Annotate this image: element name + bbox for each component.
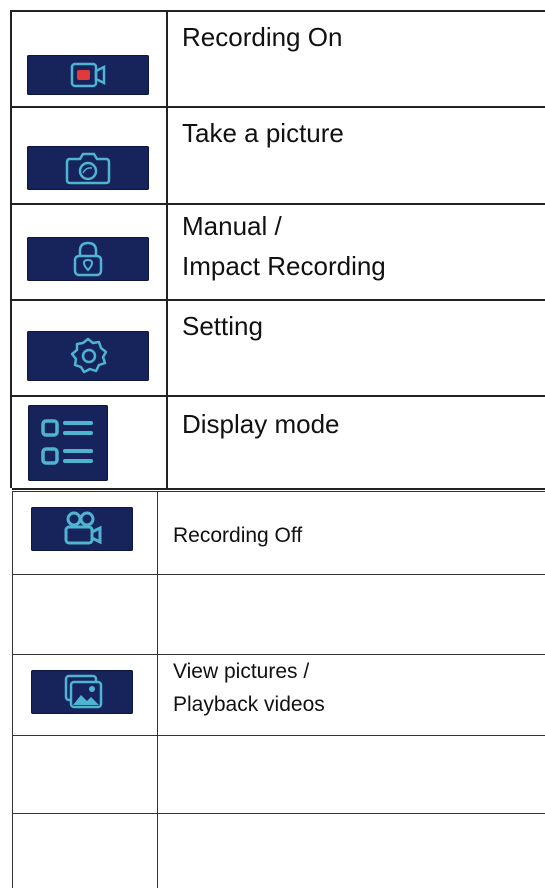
gear-icon [27,331,149,381]
table-row [13,575,545,655]
view-pictures-label-line2: Playback videos [173,693,325,716]
table-row: Recording Off [13,492,545,575]
manual-recording-label-line2: Impact Recording [182,251,386,281]
display-mode-label: Display mode [182,409,340,439]
table-row: Take a picture [12,108,545,205]
video-camera-icon [31,507,133,551]
table-row: Display mode [12,397,545,490]
table-row [13,814,545,889]
camera-icon [27,146,149,190]
take-picture-label: Take a picture [182,118,344,148]
table-row [13,736,545,814]
table-row: View pictures / Playback videos [13,655,545,736]
record-camera-icon [27,55,149,95]
table-row: Manual / Impact Recording [12,205,545,301]
recording-off-label: Recording Off [173,524,303,547]
recording-on-label: Recording On [182,22,343,52]
manual-recording-label-line1: Manual / [182,211,282,241]
table-row: Setting [12,301,545,397]
table-row: Recording On [12,12,545,108]
setting-label: Setting [182,311,263,341]
view-pictures-label-line1: View pictures / [173,660,310,683]
icon-legend-table-bottom: Recording Off View pictures / Playback v… [12,491,545,888]
icon-legend-table-top: Recording On Take a picture Manual / Imp… [10,10,545,490]
list-icon [28,405,108,481]
lock-icon [27,237,149,281]
gallery-icon [31,670,133,714]
